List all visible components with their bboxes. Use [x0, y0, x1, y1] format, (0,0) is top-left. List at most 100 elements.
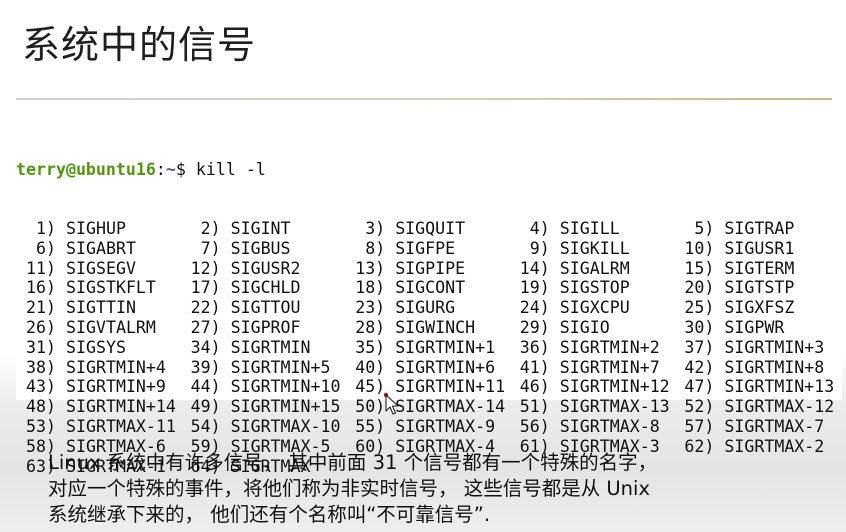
- signal-entry: 38) SIGRTMIN+4: [16, 358, 181, 378]
- signal-name: SIGPIPE: [395, 258, 466, 278]
- signal-entry: 12) SIGUSR2: [181, 259, 346, 279]
- signal-entry: 47) SIGRTMIN+13: [674, 377, 839, 397]
- signal-name: SIGVTALRM: [66, 317, 156, 337]
- signal-name: SIGRTMAX-10: [230, 416, 341, 436]
- signal-name: SIGURG: [395, 298, 456, 318]
- signal-number: 52): [684, 397, 715, 417]
- signal-row: 53) SIGRTMAX-11 54) SIGRTMAX-10 55) SIGRTM…: [16, 417, 842, 437]
- signal-number: 48): [26, 397, 56, 417]
- signal-entry: 14) SIGALRM: [510, 259, 675, 279]
- signal-number: 2): [200, 218, 221, 238]
- signal-entry: 11) SIGSEGV: [16, 259, 181, 279]
- signal-name: SIGTTIN: [66, 298, 136, 318]
- signal-entry: 40) SIGRTMIN+6: [345, 358, 510, 378]
- signal-name: SIGRTMAX-13: [559, 397, 670, 417]
- signal-number: 38): [26, 357, 56, 377]
- signal-entry: 49) SIGRTMIN+15: [181, 397, 346, 417]
- signal-entry: 39) SIGRTMIN+5: [181, 358, 346, 378]
- signal-number: 17): [190, 278, 221, 298]
- mouse-pointer-icon: [384, 392, 399, 415]
- signal-number: 23): [355, 298, 386, 318]
- signal-number: 5): [694, 218, 715, 238]
- signal-row: 31) SIGSYS 34) SIGRTMIN 35) SIGRTMIN+1 36) …: [16, 338, 842, 358]
- signal-name: SIGRTMIN: [230, 337, 311, 357]
- signal-table: 1) SIGHUP 2) SIGINT 3) SIGQUIT 4) SIGILL 5) …: [16, 219, 842, 476]
- signal-entry: 21) SIGTTIN: [16, 298, 181, 318]
- signal-name: SIGXCPU: [559, 298, 630, 318]
- signal-entry: 41) SIGRTMIN+7: [510, 358, 675, 378]
- signal-entry: 45) SIGRTMIN+11: [345, 377, 510, 397]
- signal-number: 28): [355, 317, 386, 337]
- signal-entry: 19) SIGSTOP: [510, 278, 675, 298]
- signal-name: SIGRTMIN+8: [724, 357, 825, 377]
- signal-number: 55): [355, 416, 386, 436]
- signal-entry: 24) SIGXCPU: [510, 298, 675, 318]
- signal-entry: 5) SIGTRAP: [674, 219, 839, 239]
- signal-name: SIGRTMIN+14: [66, 397, 176, 417]
- signal-number: 16): [26, 278, 56, 298]
- signal-number: 43): [26, 377, 56, 397]
- signal-number: 50): [355, 397, 386, 417]
- signal-entry: 4) SIGILL: [510, 219, 675, 239]
- signal-number: 35): [355, 337, 386, 357]
- signal-name: SIGRTMIN+11: [395, 377, 506, 397]
- signal-number: 40): [355, 357, 386, 377]
- signal-row: 6) SIGABRT 7) SIGBUS 8) SIGFPE 9) SIGKILL 10…: [16, 239, 842, 259]
- signal-name: SIGSYS: [66, 337, 126, 357]
- signal-number: 13): [355, 258, 386, 278]
- signal-row: 11) SIGSEGV 12) SIGUSR2 13) SIGPIPE 14) SIG…: [16, 259, 842, 279]
- signal-number: 8): [365, 238, 386, 258]
- signal-row: 48) SIGRTMIN+14 49) SIGRTMIN+15 50) SIGRTM…: [16, 397, 842, 417]
- signal-number: 14): [519, 258, 550, 278]
- signal-name: SIGIO: [559, 317, 610, 337]
- signal-number: 9): [529, 238, 550, 258]
- signal-number: 45): [355, 377, 386, 397]
- signal-name: SIGTSTP: [724, 278, 795, 298]
- signal-row: 1) SIGHUP 2) SIGINT 3) SIGQUIT 4) SIGILL 5) …: [16, 219, 842, 239]
- prompt-colon: :: [155, 159, 166, 179]
- signal-number: 21): [26, 298, 56, 318]
- signal-name: SIGRTMIN+15: [230, 397, 341, 417]
- signal-entry: 10) SIGUSR1: [674, 239, 839, 259]
- signal-number: 29): [519, 317, 550, 337]
- title-divider: [16, 98, 832, 100]
- terminal-prompt-line: terry@ubuntu16:~$ kill -l: [16, 160, 842, 180]
- signal-entry: 13) SIGPIPE: [345, 259, 510, 279]
- signal-number: 4): [529, 218, 550, 238]
- signal-name: SIGWINCH: [395, 317, 476, 337]
- terminal-output[interactable]: terry@ubuntu16:~$ kill -l 1) SIGHUP 2) SI…: [16, 120, 842, 476]
- signal-name: SIGTTOU: [230, 298, 301, 318]
- signal-number: 6): [36, 238, 56, 258]
- signal-name: SIGQUIT: [395, 218, 466, 238]
- signal-row: 26) SIGVTALRM 27) SIGPROF 28) SIGWINCH 29) …: [16, 318, 842, 338]
- signal-row: 21) SIGTTIN 22) SIGTTOU 23) SIGURG 24) SIGX…: [16, 298, 842, 318]
- signal-entry: 46) SIGRTMIN+12: [510, 377, 675, 397]
- signal-number: 41): [519, 357, 550, 377]
- signal-name: SIGRTMAX-14: [395, 397, 506, 417]
- signal-row: 43) SIGRTMIN+9 44) SIGRTMIN+10 45) SIGRTMI…: [16, 377, 842, 397]
- caption-text: Linux 系统中有许多信号， 其中前面 31 个信号都有一个特殊的名字， 对应…: [48, 450, 828, 528]
- signal-number: 1): [36, 218, 56, 238]
- signal-entry: 57) SIGRTMAX-7: [674, 417, 839, 437]
- signal-name: SIGSEGV: [66, 258, 136, 278]
- signal-number: 56): [519, 416, 550, 436]
- signal-entry: 29) SIGIO: [510, 318, 675, 338]
- signal-name: SIGPROF: [230, 317, 301, 337]
- signal-number: 19): [519, 278, 550, 298]
- signal-name: SIGRTMAX-9: [395, 416, 496, 436]
- signal-name: SIGFPE: [395, 238, 456, 258]
- signal-number: 31): [26, 337, 56, 357]
- signal-number: 42): [684, 357, 715, 377]
- signal-name: SIGUSR1: [724, 238, 795, 258]
- signal-entry: 37) SIGRTMIN+3: [674, 338, 839, 358]
- signal-entry: 31) SIGSYS: [16, 338, 181, 358]
- signal-number: 53): [26, 416, 56, 436]
- terminal-command: kill -l: [195, 159, 266, 179]
- signal-name: SIGRTMIN+9: [66, 377, 166, 397]
- signal-name: SIGINT: [230, 218, 291, 238]
- signal-entry: 3) SIGQUIT: [345, 219, 510, 239]
- signal-entry: 44) SIGRTMIN+10: [181, 377, 346, 397]
- signal-entry: 35) SIGRTMIN+1: [345, 338, 510, 358]
- signal-name: SIGRTMAX-11: [66, 416, 176, 436]
- signal-entry: 55) SIGRTMAX-9: [345, 417, 510, 437]
